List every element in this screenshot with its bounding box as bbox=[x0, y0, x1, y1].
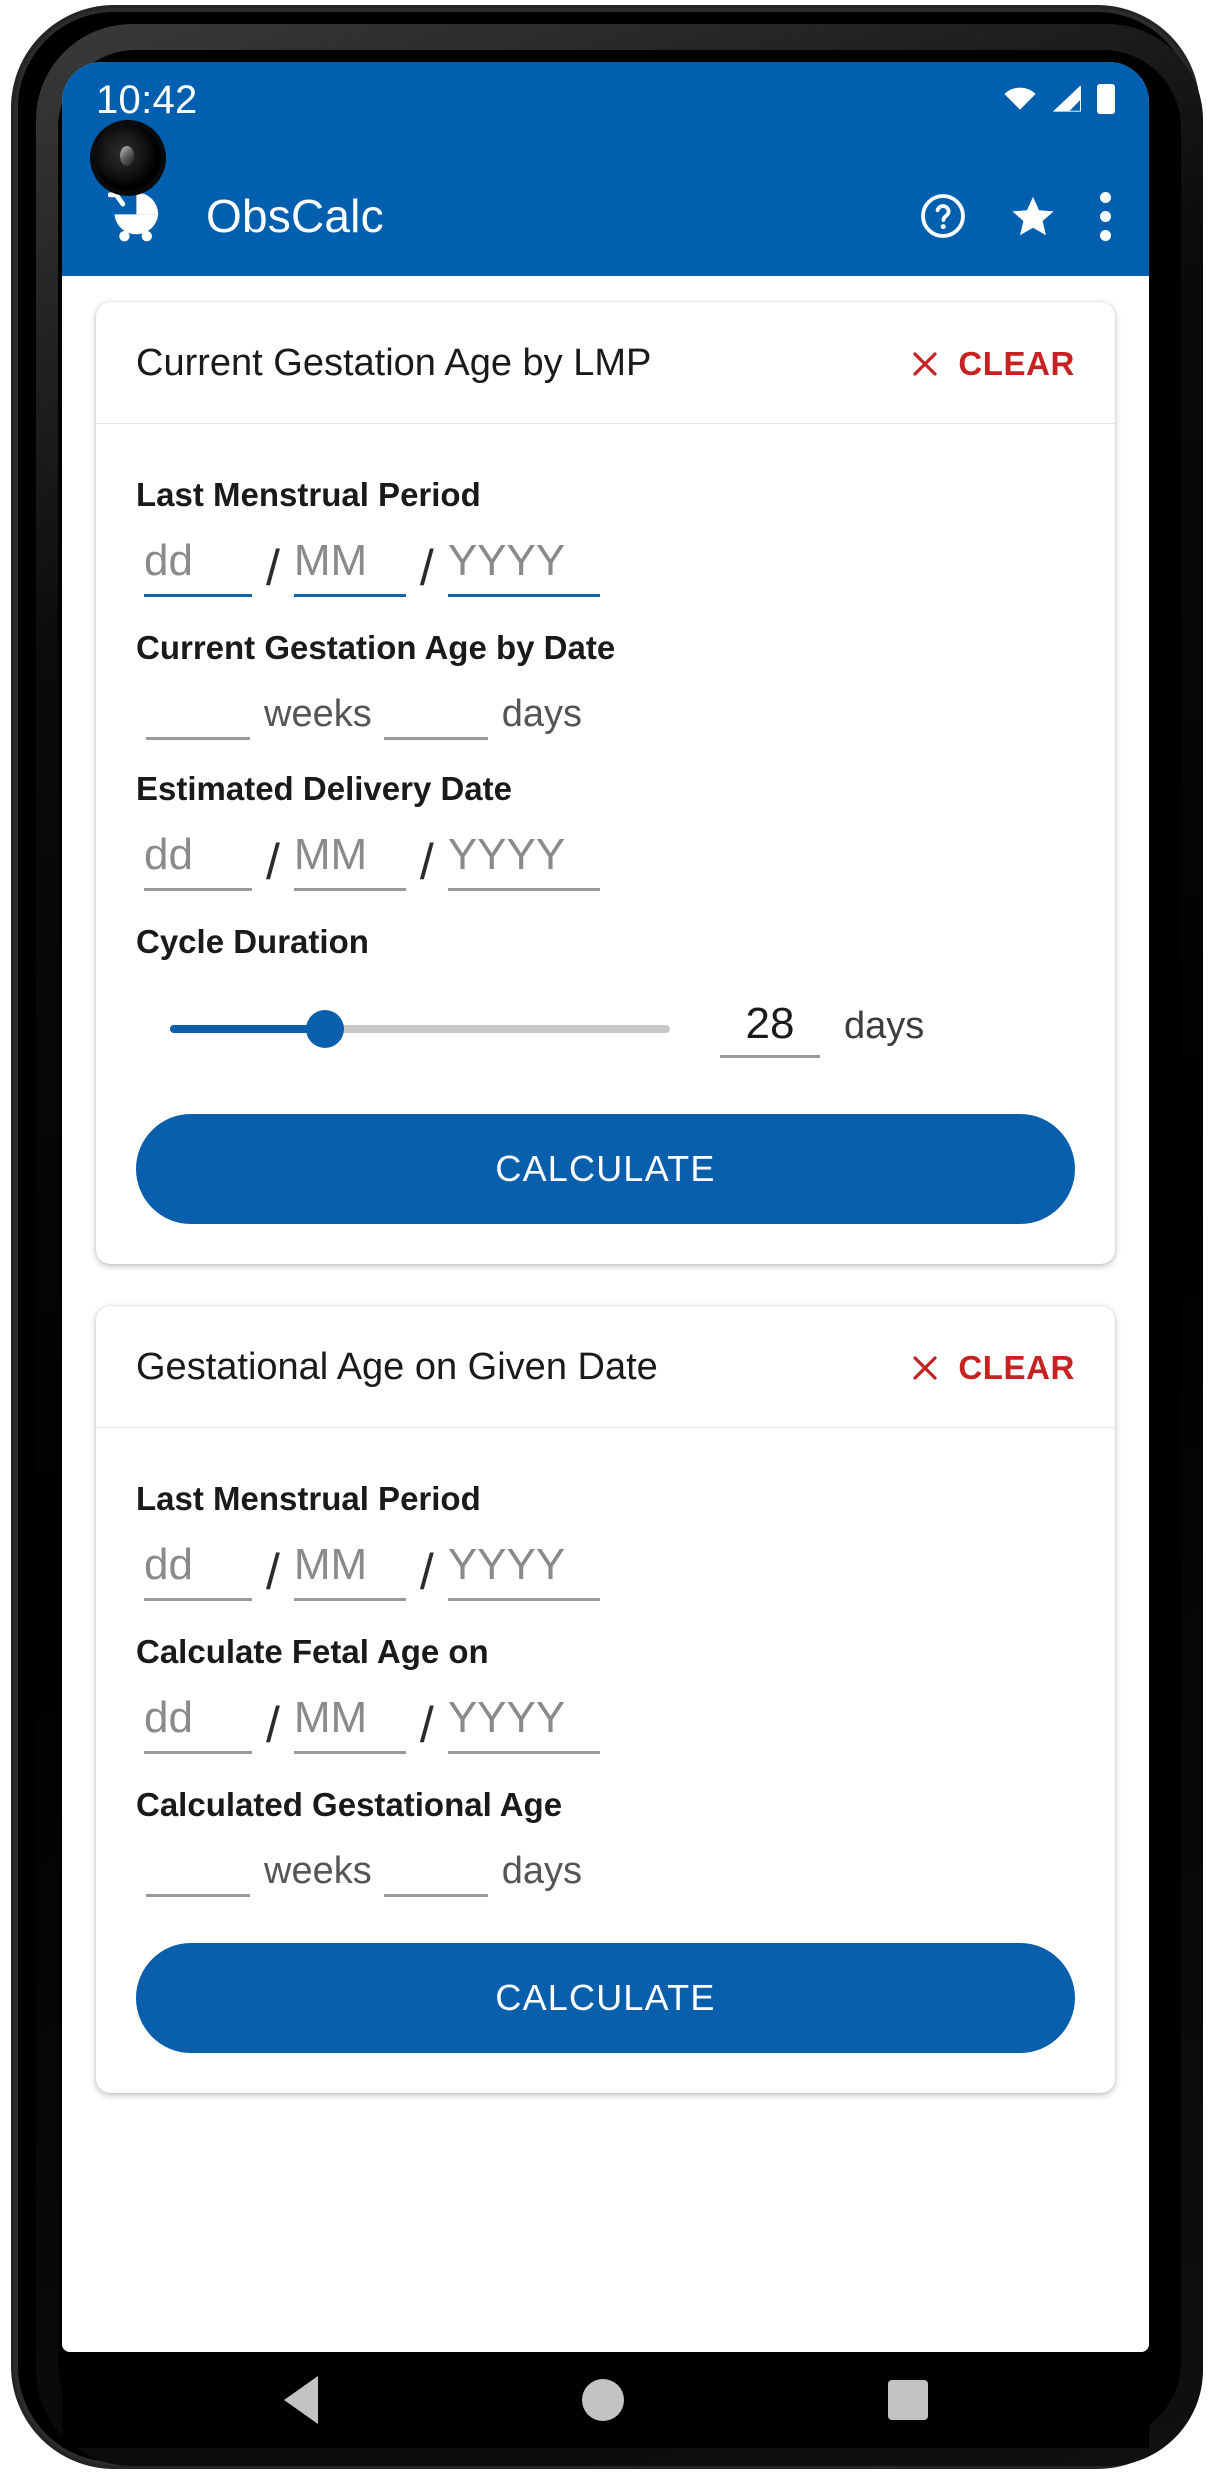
edd-month-input[interactable]: MM bbox=[293, 830, 406, 891]
star-icon[interactable] bbox=[1009, 192, 1057, 240]
phone-screen: 10:42 ObsCalc Current Gestation Age by L… bbox=[62, 62, 1149, 2352]
scroll-content[interactable]: Current Gestation Age by LMP CLEAR Last … bbox=[62, 276, 1149, 2352]
cycle-duration-value[interactable]: 28 bbox=[720, 999, 820, 1058]
date-separator: / bbox=[266, 1544, 280, 1600]
baby-stroller-icon bbox=[107, 190, 164, 242]
lmp-year-input[interactable]: YYYY bbox=[447, 1540, 600, 1601]
card-gestational-age-on-given-date: Gestational Age on Given Date CLEAR Last… bbox=[96, 1306, 1115, 2093]
status-bar: 10:42 bbox=[62, 62, 1149, 156]
gestation-age-result-group: weeks days bbox=[136, 671, 1075, 748]
status-icon-group bbox=[1003, 84, 1115, 114]
lmp-date-input-group[interactable]: dd / MM / YYYY bbox=[136, 1522, 1075, 1611]
gestation-days-unit: days bbox=[501, 693, 582, 735]
lmp-label: Last Menstrual Period bbox=[136, 476, 481, 513]
date-separator: / bbox=[419, 1697, 434, 1753]
cycle-duration-unit: days bbox=[844, 1005, 925, 1047]
target-date-label: Calculate Fetal Age on bbox=[136, 1633, 489, 1670]
calculated-weeks-value bbox=[146, 1851, 250, 1897]
date-separator: / bbox=[266, 1697, 280, 1753]
edd-label: Estimated Delivery Date bbox=[136, 770, 513, 807]
status-clock: 10:42 bbox=[96, 78, 198, 122]
card-body: Last Menstrual Period dd / MM / YYYY Cal… bbox=[96, 1428, 1115, 2093]
card-current-gestation-age-by-lmp: Current Gestation Age by LMP CLEAR Last … bbox=[96, 302, 1115, 1264]
help-icon[interactable] bbox=[919, 192, 967, 240]
date-separator: / bbox=[419, 834, 434, 890]
target-year-input[interactable]: YYYY bbox=[447, 1693, 600, 1754]
front-camera-punch-hole bbox=[94, 124, 162, 192]
clear-button[interactable]: CLEAR bbox=[910, 345, 1075, 383]
lmp-date-input-group[interactable]: dd / MM / YYYY bbox=[136, 518, 1075, 607]
date-separator: / bbox=[419, 540, 434, 596]
clear-button-label: CLEAR bbox=[958, 1348, 1075, 1386]
lmp-day-input[interactable]: dd bbox=[144, 536, 252, 597]
calculated-age-result-group: weeks days bbox=[136, 1828, 1075, 1905]
nav-recents-button[interactable] bbox=[887, 2380, 928, 2420]
card-body: Last Menstrual Period dd / MM / YYYY Cur… bbox=[96, 424, 1115, 1264]
gestation-age-label: Current Gestation Age by Date bbox=[136, 629, 616, 666]
date-separator: / bbox=[266, 540, 280, 596]
cycle-duration-label: Cycle Duration bbox=[136, 923, 369, 960]
close-x-icon bbox=[910, 1353, 940, 1383]
gestation-weeks-value bbox=[146, 694, 250, 740]
calculated-days-value bbox=[383, 1851, 488, 1897]
card-title: Current Gestation Age by LMP bbox=[136, 342, 652, 384]
calculated-days-unit: days bbox=[501, 1850, 582, 1892]
edd-year-input[interactable]: YYYY bbox=[447, 830, 600, 891]
lmp-month-input[interactable]: MM bbox=[293, 536, 406, 597]
gestation-days-value bbox=[383, 694, 488, 740]
cycle-duration-row: 28 days bbox=[136, 965, 1075, 1076]
slider-fill bbox=[170, 1024, 325, 1033]
lmp-label: Last Menstrual Period bbox=[136, 1480, 481, 1517]
card-title: Gestational Age on Given Date bbox=[136, 1346, 658, 1388]
cellular-signal-icon bbox=[1051, 85, 1083, 112]
battery-icon bbox=[1097, 84, 1115, 114]
card-header: Current Gestation Age by LMP CLEAR bbox=[96, 302, 1115, 424]
nav-home-button[interactable] bbox=[581, 2379, 624, 2421]
gestation-weeks-unit: weeks bbox=[264, 693, 372, 735]
android-navigation-bar bbox=[62, 2352, 1149, 2448]
wifi-icon bbox=[1003, 86, 1037, 112]
slider-thumb[interactable] bbox=[306, 1009, 344, 1048]
app-bar-actions bbox=[919, 191, 1119, 241]
calculated-weeks-unit: weeks bbox=[264, 1850, 372, 1892]
calculated-gestational-age-label: Calculated Gestational Age bbox=[136, 1786, 563, 1823]
app-title: ObsCalc bbox=[206, 190, 384, 242]
calculate-button[interactable]: CALCULATE bbox=[136, 1943, 1075, 2053]
overflow-menu-icon[interactable] bbox=[1099, 191, 1111, 241]
cycle-duration-slider[interactable] bbox=[170, 1009, 670, 1048]
edd-day-input[interactable]: dd bbox=[144, 830, 252, 891]
lmp-year-input[interactable]: YYYY bbox=[447, 536, 600, 597]
clear-button[interactable]: CLEAR bbox=[910, 1349, 1075, 1387]
lmp-month-input[interactable]: MM bbox=[293, 1540, 406, 1601]
target-date-input-group[interactable]: dd / MM / YYYY bbox=[136, 1675, 1075, 1764]
target-day-input[interactable]: dd bbox=[144, 1693, 252, 1754]
date-separator: / bbox=[266, 834, 280, 890]
nav-back-button[interactable] bbox=[283, 2376, 318, 2424]
clear-button-label: CLEAR bbox=[958, 344, 1075, 382]
date-separator: / bbox=[419, 1544, 434, 1600]
app-bar: ObsCalc bbox=[62, 156, 1149, 276]
lmp-day-input[interactable]: dd bbox=[144, 1540, 252, 1601]
card-header: Gestational Age on Given Date CLEAR bbox=[96, 1306, 1115, 1428]
edd-date-input-group[interactable]: dd / MM / YYYY bbox=[136, 812, 1075, 901]
target-month-input[interactable]: MM bbox=[293, 1693, 406, 1754]
close-x-icon bbox=[910, 349, 940, 379]
calculate-button[interactable]: CALCULATE bbox=[136, 1114, 1075, 1224]
